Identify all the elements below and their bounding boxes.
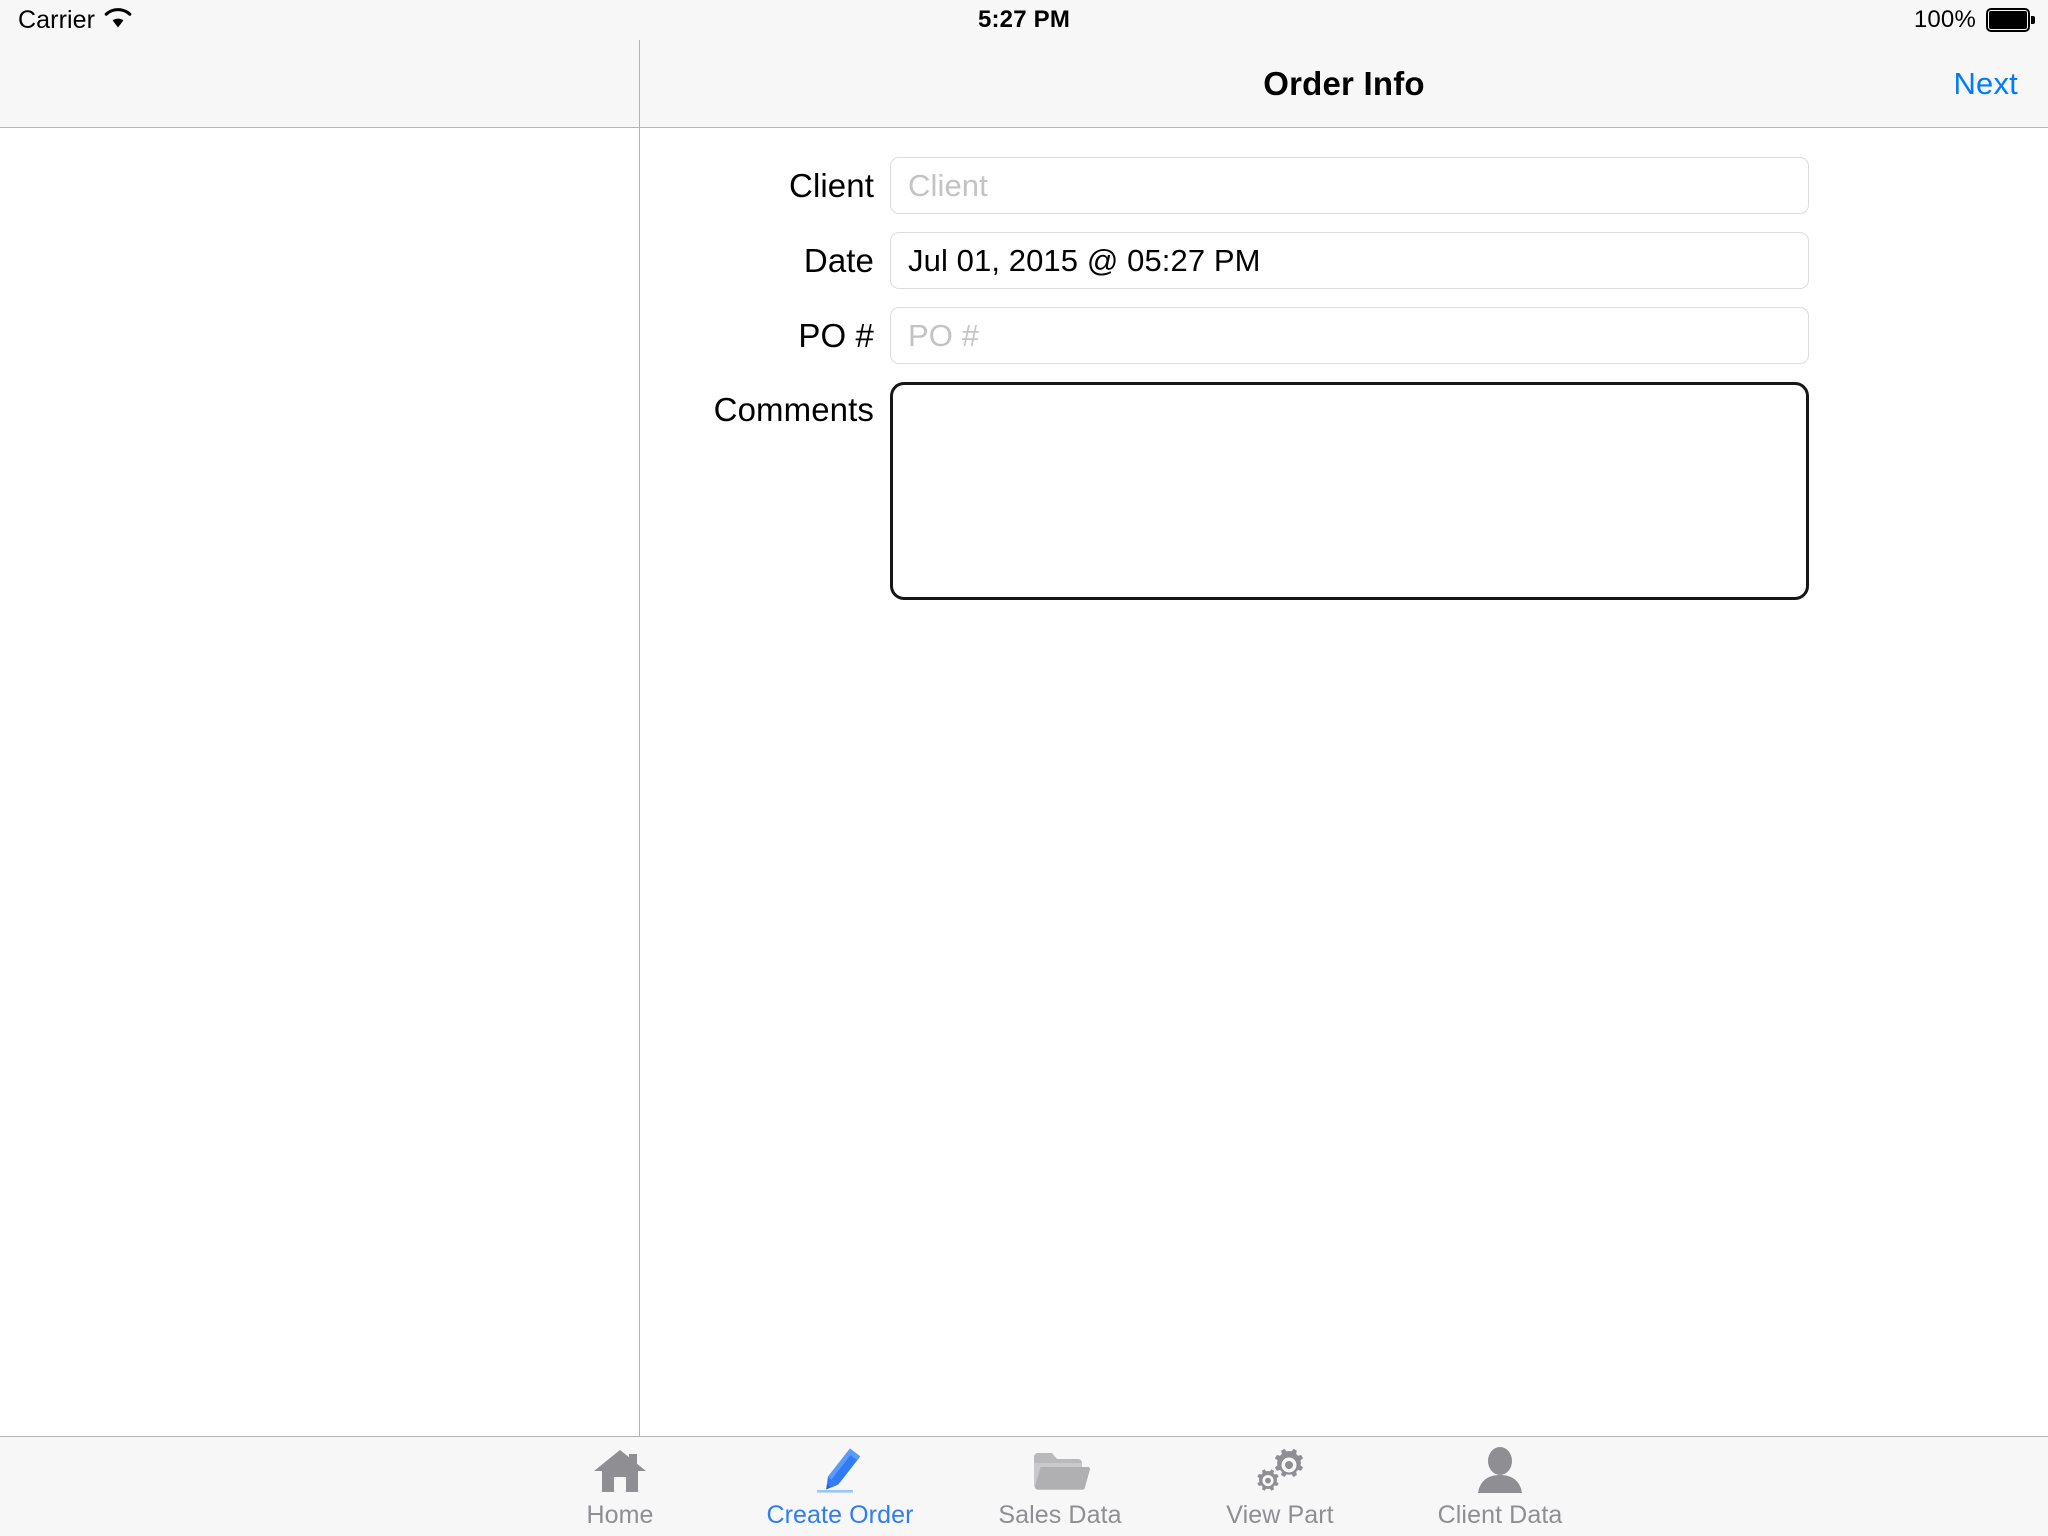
field-row-po-number: PO # — [640, 307, 1809, 364]
clock-label: 5:27 PM — [977, 6, 1071, 33]
tab-item-sales-data[interactable]: Sales Data — [950, 1437, 1170, 1536]
comments-label: Comments — [713, 391, 874, 428]
tab-item-view-part[interactable]: View Part — [1170, 1437, 1390, 1536]
app-root: Carrier 5:27 PM 100% Order Info Next Cli… — [0, 0, 2048, 1536]
detail-pane: Order Info Next Client Date PO # Comment… — [640, 40, 2048, 1436]
battery-percent-label: 100% — [1913, 6, 1976, 33]
tab-item-client-data[interactable]: Client Data — [1390, 1437, 1610, 1536]
split-view-divider[interactable] — [639, 0, 640, 1436]
tab-label-home: Home — [586, 1501, 654, 1529]
tab-bar: Home Create Order Sales Data View Part C… — [0, 1436, 2048, 1536]
tab-item-create-order[interactable]: Create Order — [730, 1437, 950, 1536]
master-pane-toolbar — [0, 40, 639, 128]
folder-icon — [1029, 1443, 1091, 1499]
comments-textarea[interactable] — [890, 382, 1809, 600]
tab-label-client-data: Client Data — [1437, 1501, 1563, 1529]
tab-item-home[interactable]: Home — [510, 1437, 730, 1536]
status-bar: Carrier 5:27 PM 100% — [0, 0, 2048, 40]
person-icon — [1469, 1443, 1531, 1499]
status-bar-center: 5:27 PM — [0, 0, 2048, 40]
gears-icon — [1249, 1443, 1311, 1499]
po-number-label: PO # — [798, 316, 874, 354]
battery-full-icon — [1986, 8, 2035, 32]
date-label: Date — [803, 241, 874, 279]
tab-label-view-part: View Part — [1226, 1501, 1334, 1529]
field-row-date: Date — [640, 232, 1809, 289]
field-row-comments: Comments — [640, 382, 1809, 600]
client-label: Client — [789, 166, 874, 204]
date-input[interactable] — [890, 232, 1809, 289]
next-button[interactable]: Next — [1953, 40, 2018, 127]
pencil-icon — [809, 1443, 871, 1499]
client-input[interactable] — [890, 157, 1809, 214]
house-icon — [589, 1443, 651, 1499]
page-title: Order Info — [1263, 64, 1425, 102]
po-number-input[interactable] — [890, 307, 1809, 364]
status-bar-right: 100% — [1913, 0, 2035, 40]
tab-label-create-order: Create Order — [766, 1501, 914, 1529]
order-info-form: Client Date PO # Comments — [640, 128, 2048, 1436]
tab-label-sales-data: Sales Data — [998, 1501, 1122, 1529]
master-pane — [0, 40, 639, 1436]
navigation-bar: Order Info Next — [640, 40, 2048, 128]
field-row-client: Client — [640, 157, 1809, 214]
